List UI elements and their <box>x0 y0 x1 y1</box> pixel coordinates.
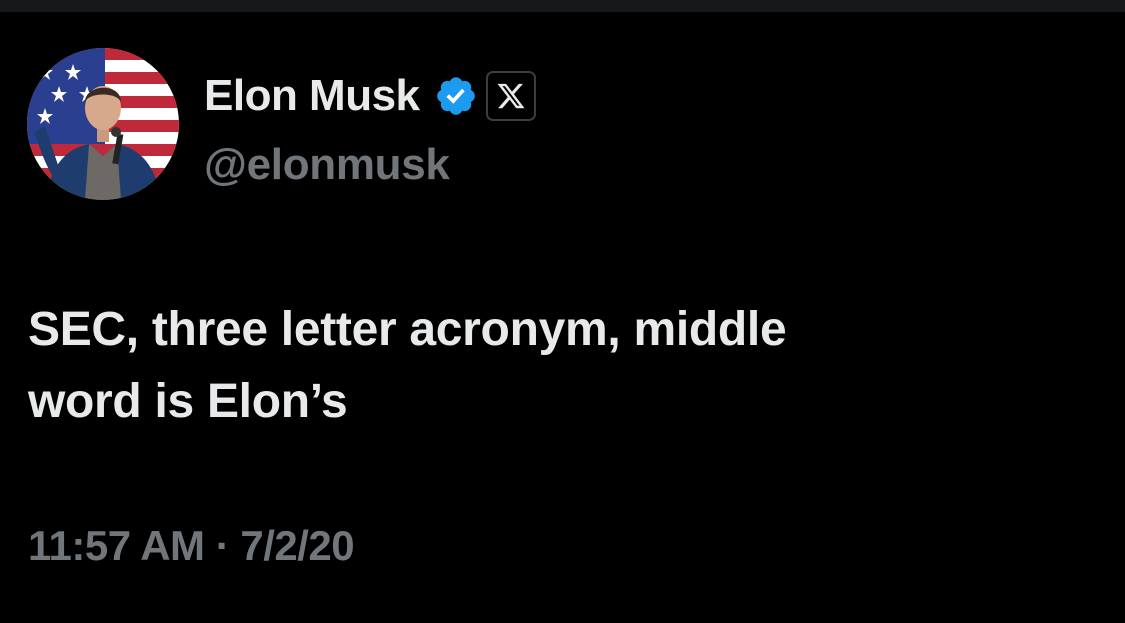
profile-photo <box>27 48 179 200</box>
author-handle[interactable]: @elonmusk <box>204 140 450 190</box>
verified-badge-icon[interactable] <box>434 74 478 118</box>
tweet-text-line-1: SEC, three letter acronym, middle <box>28 303 787 356</box>
top-bar <box>0 0 1125 12</box>
tweet-date: 7/2/20 <box>240 522 355 569</box>
tweet-text-line-2: word is Elon’s <box>28 375 348 428</box>
tweet-time: 11:57 AM <box>28 522 205 569</box>
display-name[interactable]: Elon Musk <box>204 71 420 121</box>
x-logo-icon[interactable] <box>485 71 536 121</box>
author-name-row: Elon Musk <box>204 68 536 124</box>
meta-separator: · <box>215 522 230 569</box>
avatar[interactable] <box>27 48 179 200</box>
tweet-timestamp[interactable]: 11:57 AM · 7/2/20 <box>28 522 355 570</box>
tweet-text: SEC, three letter acronym, middle word is… <box>28 294 1088 438</box>
tweet-card: Elon Musk @elonmusk SEC, three letter ac… <box>0 12 1125 623</box>
